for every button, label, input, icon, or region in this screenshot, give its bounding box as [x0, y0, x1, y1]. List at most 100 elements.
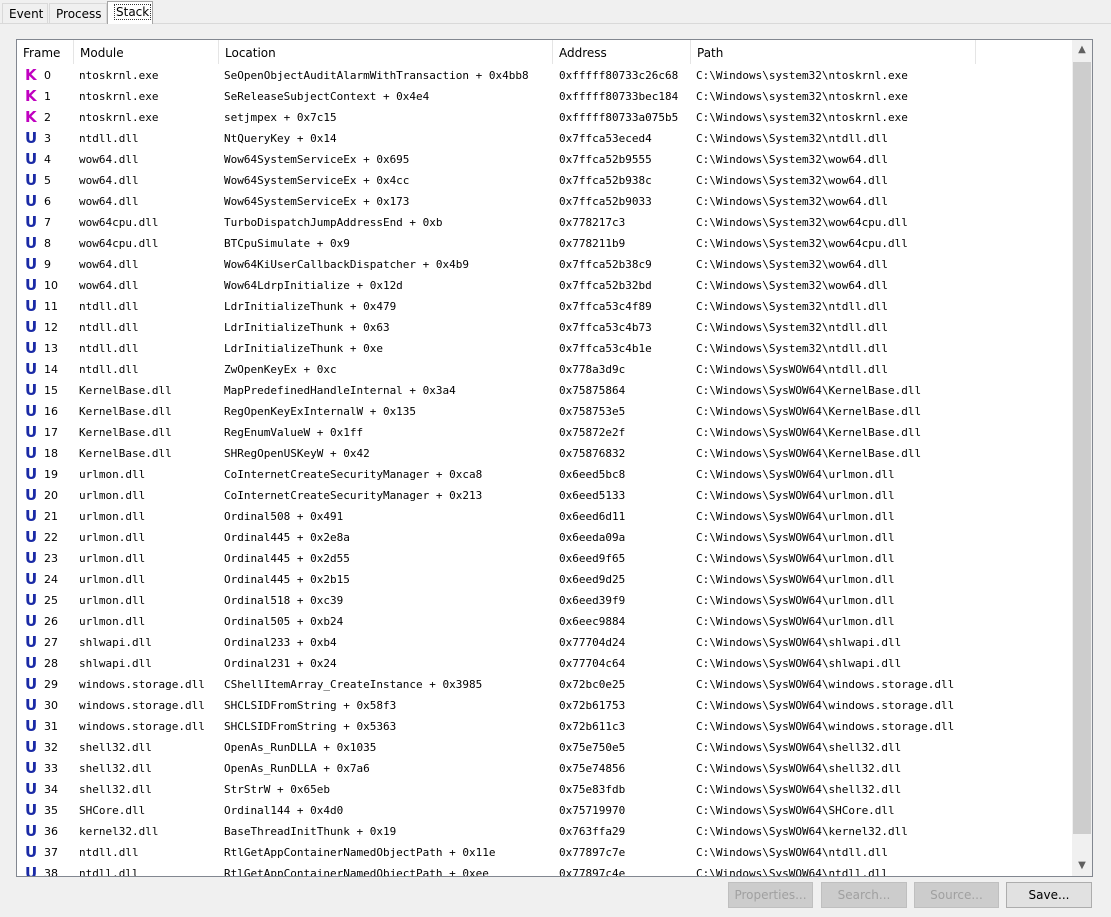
- frame-cell: 22: [44, 531, 58, 544]
- column-address[interactable]: Address: [553, 40, 691, 64]
- table-row[interactable]: U 9 wow64.dll Wow64KiUserCallbackDispatcher…: [17, 254, 1071, 275]
- address-cell: 0x6eed5bc8: [559, 468, 626, 481]
- table-row[interactable]: K 2 ntoskrnl.exe setjmpex + 0x7c15 0xfffff80…: [17, 107, 1071, 128]
- table-row[interactable]: U 20 urlmon.dll CoInternetCreateSecurityMan…: [17, 485, 1071, 506]
- table-row[interactable]: U 32 shell32.dll OpenAs_RunDLLA + 0x1035 0x7…: [17, 737, 1071, 758]
- table-row[interactable]: U 31 windows.storage.dll SHCLSIDFromString …: [17, 716, 1071, 737]
- module-cell: ntdll.dll: [79, 321, 139, 334]
- address-cell: 0x75872e2f: [559, 426, 626, 439]
- scroll-thumb[interactable]: [1073, 62, 1091, 834]
- table-row[interactable]: U 12 ntdll.dll LdrInitializeThunk + 0x63 0x7…: [17, 317, 1071, 338]
- tab-stack[interactable]: Stack: [107, 1, 153, 24]
- address-cell: 0x75e74856: [559, 762, 626, 775]
- table-row[interactable]: U 30 windows.storage.dll SHCLSIDFromString …: [17, 695, 1071, 716]
- table-row[interactable]: U 5 wow64.dll Wow64SystemServiceEx + 0x4cc 0…: [17, 170, 1071, 191]
- table-row[interactable]: U 4 wow64.dll Wow64SystemServiceEx + 0x695 0…: [17, 149, 1071, 170]
- user-mode-icon: U: [25, 150, 38, 168]
- user-mode-icon: U: [25, 696, 38, 714]
- location-cell: StrStrW + 0x65eb: [224, 783, 330, 796]
- address-cell: 0x6eeda09a: [559, 531, 626, 544]
- module-cell: windows.storage.dll: [79, 699, 205, 712]
- location-cell: LdrInitializeThunk + 0xe: [224, 342, 383, 355]
- table-row[interactable]: U 23 urlmon.dll Ordinal445 + 0x2d55 0x6eed9f…: [17, 548, 1071, 569]
- table-row[interactable]: U 27 shlwapi.dll Ordinal233 + 0xb4 0x77704d2…: [17, 632, 1071, 653]
- location-cell: Ordinal518 + 0xc39: [224, 594, 344, 607]
- user-mode-icon: U: [25, 465, 38, 483]
- tab-event[interactable]: Event: [2, 3, 48, 23]
- table-row[interactable]: U 14 ntdll.dll ZwOpenKeyEx + 0xc 0x778a3d9c C…: [17, 359, 1071, 380]
- table-row[interactable]: U 28 shlwapi.dll Ordinal231 + 0x24 0x77704c6…: [17, 653, 1071, 674]
- location-cell: Ordinal445 + 0x2d55: [224, 552, 350, 565]
- module-cell: ntdll.dll: [79, 342, 139, 355]
- table-row[interactable]: U 8 wow64cpu.dll BTCpuSimulate + 0x9 0x77821…: [17, 233, 1071, 254]
- table-row[interactable]: U 10 wow64.dll Wow64LdrpInitialize + 0x12d 0…: [17, 275, 1071, 296]
- tab-process[interactable]: Process: [49, 3, 107, 23]
- module-cell: windows.storage.dll: [79, 720, 205, 733]
- table-row[interactable]: U 16 KernelBase.dll RegOpenKeyExInternalW +…: [17, 401, 1071, 422]
- table-row[interactable]: U 35 SHCore.dll Ordinal144 + 0x4d0 0x7571997…: [17, 800, 1071, 821]
- table-row[interactable]: U 25 urlmon.dll Ordinal518 + 0xc39 0x6eed39f…: [17, 590, 1071, 611]
- address-cell: 0x75e750e5: [559, 741, 626, 754]
- table-row[interactable]: U 21 urlmon.dll Ordinal508 + 0x491 0x6eed6d1…: [17, 506, 1071, 527]
- frame-cell: 10: [44, 279, 58, 292]
- module-cell: KernelBase.dll: [79, 426, 172, 439]
- module-cell: ntoskrnl.exe: [79, 111, 159, 124]
- table-row[interactable]: U 17 KernelBase.dll RegEnumValueW + 0x1ff 0x…: [17, 422, 1071, 443]
- column-module[interactable]: Module: [74, 40, 219, 64]
- table-row[interactable]: U 26 urlmon.dll Ordinal505 + 0xb24 0x6eec988…: [17, 611, 1071, 632]
- module-cell: wow64.dll: [79, 174, 139, 187]
- table-row[interactable]: U 37 ntdll.dll RtlGetAppContainerNamedObjec…: [17, 842, 1071, 863]
- column-location[interactable]: Location: [219, 40, 553, 64]
- location-cell: setjmpex + 0x7c15: [224, 111, 337, 124]
- path-cell: C:\Windows\SysWOW64\KernelBase.dll: [696, 447, 922, 460]
- scroll-up-arrow-icon[interactable]: ▲: [1072, 40, 1092, 60]
- module-cell: urlmon.dll: [79, 531, 146, 544]
- table-row[interactable]: U 18 KernelBase.dll SHRegOpenUSKeyW + 0x42 0…: [17, 443, 1071, 464]
- save-button[interactable]: Save...: [1006, 882, 1092, 908]
- frame-cell: 21: [44, 510, 58, 523]
- table-row[interactable]: U 22 urlmon.dll Ordinal445 + 0x2e8a 0x6eeda0…: [17, 527, 1071, 548]
- address-cell: 0x72b61753: [559, 699, 626, 712]
- scroll-down-arrow-icon[interactable]: ▼: [1072, 856, 1092, 876]
- location-cell: Ordinal505 + 0xb24: [224, 615, 344, 628]
- source-button[interactable]: Source...: [914, 882, 999, 908]
- properties-button[interactable]: Properties...: [728, 882, 813, 908]
- table-row[interactable]: U 29 windows.storage.dll CShellItemArray_Cr…: [17, 674, 1071, 695]
- table-row[interactable]: U 19 urlmon.dll CoInternetCreateSecurityMan…: [17, 464, 1071, 485]
- user-mode-icon: U: [25, 549, 38, 567]
- frame-cell: 29: [44, 678, 58, 691]
- table-row[interactable]: U 6 wow64.dll Wow64SystemServiceEx + 0x173 0…: [17, 191, 1071, 212]
- user-mode-icon: U: [25, 759, 38, 777]
- stack-list[interactable]: Frame Module Location Address Path K 0 nto…: [16, 39, 1093, 877]
- table-row[interactable]: U 7 wow64cpu.dll TurboDispatchJumpAddressEn…: [17, 212, 1071, 233]
- table-row[interactable]: K 0 ntoskrnl.exe SeOpenObjectAuditAlarmWith…: [17, 65, 1071, 86]
- user-mode-icon: U: [25, 864, 38, 877]
- table-row[interactable]: U 38 ntdll.dll RtlGetAppContainerNamedObjec…: [17, 863, 1071, 877]
- table-row[interactable]: U 24 urlmon.dll Ordinal445 + 0x2b15 0x6eed9d…: [17, 569, 1071, 590]
- module-cell: ntdll.dll: [79, 132, 139, 145]
- user-mode-icon: U: [25, 654, 38, 672]
- user-mode-icon: U: [25, 675, 38, 693]
- location-cell: CoInternetCreateSecurityManager + 0x213: [224, 489, 483, 502]
- column-frame[interactable]: Frame: [17, 40, 74, 64]
- location-cell: OpenAs_RunDLLA + 0x1035: [224, 741, 377, 754]
- column-path[interactable]: Path: [691, 40, 976, 64]
- table-row[interactable]: U 3 ntdll.dll NtQueryKey + 0x14 0x7ffca53ece…: [17, 128, 1071, 149]
- table-row[interactable]: U 34 shell32.dll StrStrW + 0x65eb 0x75e83fdb…: [17, 779, 1071, 800]
- address-cell: 0x75876832: [559, 447, 626, 460]
- table-row[interactable]: U 33 shell32.dll OpenAs_RunDLLA + 0x7a6 0x75…: [17, 758, 1071, 779]
- table-row[interactable]: U 13 ntdll.dll LdrInitializeThunk + 0xe 0x7f…: [17, 338, 1071, 359]
- table-row[interactable]: U 11 ntdll.dll LdrInitializeThunk + 0x479 0x…: [17, 296, 1071, 317]
- search-button[interactable]: Search...: [821, 882, 907, 908]
- user-mode-icon: U: [25, 717, 38, 735]
- frame-cell: 9: [44, 258, 51, 271]
- table-row[interactable]: U 36 kernel32.dll BaseThreadInitThunk + 0x1…: [17, 821, 1071, 842]
- user-mode-icon: U: [25, 633, 38, 651]
- module-cell: urlmon.dll: [79, 552, 146, 565]
- kernel-mode-icon: K: [25, 108, 37, 126]
- vertical-scrollbar[interactable]: ▲ ▼: [1072, 40, 1092, 876]
- location-cell: LdrInitializeThunk + 0x63: [224, 321, 390, 334]
- user-mode-icon: U: [25, 234, 38, 252]
- table-row[interactable]: U 15 KernelBase.dll MapPredefinedHandleInte…: [17, 380, 1071, 401]
- table-row[interactable]: K 1 ntoskrnl.exe SeReleaseSubjectContext + …: [17, 86, 1071, 107]
